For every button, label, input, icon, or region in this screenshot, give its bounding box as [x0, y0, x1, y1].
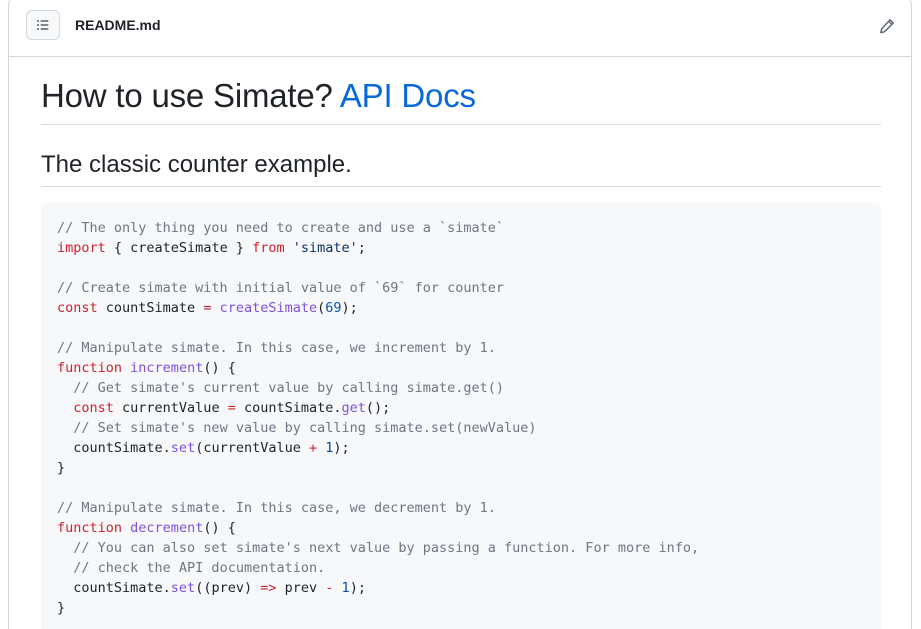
code-line: function decrement() { — [57, 518, 865, 538]
code-token: increment — [130, 360, 204, 376]
code-token: const — [57, 300, 98, 316]
code-token: set — [170, 440, 196, 456]
code-token: // Set simate's new value by calling sim… — [73, 420, 537, 436]
api-docs-link[interactable]: API Docs — [340, 77, 476, 114]
code-token: from — [252, 240, 285, 256]
code-token: // Manipulate simate. In this case, we i… — [57, 340, 496, 356]
code-token: 69 — [325, 300, 342, 316]
code-token: // Manipulate simate. In this case, we d… — [57, 500, 496, 516]
code-line: // You can also set simate's next value … — [57, 538, 865, 558]
code-line: // Manipulate simate. In this case, we i… — [57, 338, 865, 358]
code-token: const — [73, 400, 114, 416]
section-heading: The classic counter example. — [41, 150, 881, 187]
edit-file-button[interactable] — [877, 16, 897, 36]
code-token: + — [308, 440, 318, 456]
code-token: // Create simate with initial value of `… — [57, 280, 505, 296]
code-token: } — [57, 460, 66, 476]
code-token: (); — [365, 400, 391, 416]
list-unordered-icon — [37, 20, 49, 30]
code-token: { createSimate } — [105, 240, 253, 256]
code-token: prev — [276, 580, 326, 596]
code-token: ); — [341, 300, 358, 316]
code-line: // Create simate with initial value of `… — [57, 278, 865, 298]
code-line: // Set simate's new value by calling sim… — [57, 418, 865, 438]
code-line: const currentValue = countSimate.get(); — [57, 398, 865, 418]
code-token: // Get simate's current value by calling… — [73, 380, 505, 396]
code-line: import { createSimate } from 'simate'; — [57, 238, 865, 258]
code-token: // check the API documentation. — [73, 560, 326, 576]
title-text: How to use Simate? — [41, 77, 340, 114]
file-name: README.md — [75, 17, 161, 33]
code-token: () { — [203, 360, 236, 376]
code-token: currentValue — [113, 400, 228, 416]
code-token: countSimate. — [57, 580, 171, 596]
code-token: // You can also set simate's next value … — [73, 540, 700, 556]
code-line: const countSimate = createSimate(69); — [57, 298, 865, 318]
code-token: ; — [357, 240, 366, 256]
code-token: get — [341, 400, 366, 416]
code-token: 'simate' — [292, 240, 358, 256]
code-line: function increment() { — [57, 358, 865, 378]
code-token: // The only thing you need to create and… — [57, 220, 505, 236]
code-token: function — [57, 360, 123, 376]
code-token: set — [170, 580, 196, 596]
code-token: () { — [203, 520, 236, 536]
code-token: countSimate. — [235, 400, 342, 416]
code-token: } — [57, 600, 66, 616]
file-header: README.md — [9, 0, 911, 57]
code-token: import — [57, 240, 106, 256]
page-title: How to use Simate? API Docs — [41, 76, 881, 125]
code-token: = — [227, 400, 236, 416]
code-token: 1 — [341, 580, 350, 596]
code-line: // Get simate's current value by calling… — [57, 378, 865, 398]
code-token: createSimate — [219, 300, 318, 316]
code-token: countSimate — [97, 300, 204, 316]
code-token: ); — [333, 440, 350, 456]
code-block: // The only thing you need to create and… — [41, 203, 881, 629]
code-content: // The only thing you need to create and… — [57, 218, 865, 618]
readme-panel: README.md How to use Simate? API Docs Th… — [8, 0, 912, 629]
code-line: } — [57, 598, 865, 618]
code-line: // check the API documentation. — [57, 558, 865, 578]
code-line: } — [57, 458, 865, 478]
pencil-icon — [880, 19, 894, 34]
code-token: ((prev) — [195, 580, 261, 596]
code-token: => — [260, 580, 277, 596]
code-token: ); — [349, 580, 366, 596]
code-line: // The only thing you need to create and… — [57, 218, 865, 238]
code-line: // Manipulate simate. In this case, we d… — [57, 498, 865, 518]
code-line: countSimate.set(currentValue + 1); — [57, 438, 865, 458]
code-token: decrement — [130, 520, 204, 536]
code-line: countSimate.set((prev) => prev - 1); — [57, 578, 865, 598]
code-token: function — [57, 520, 123, 536]
outline-button[interactable] — [26, 10, 60, 40]
code-token: countSimate. — [57, 440, 171, 456]
code-token: (currentValue — [195, 440, 309, 456]
